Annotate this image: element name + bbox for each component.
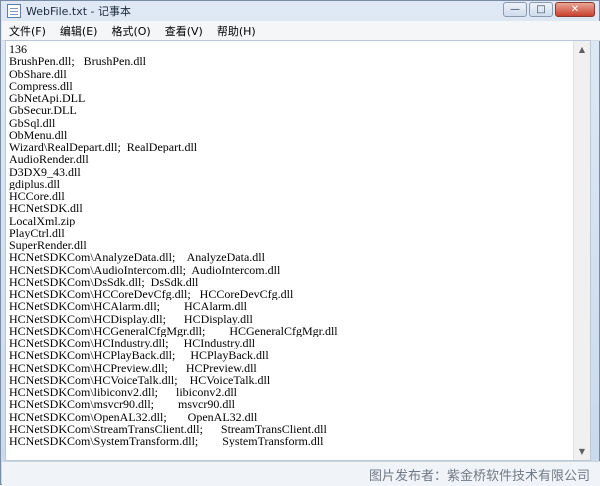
menu-help[interactable]: 帮助(H) [210,23,263,39]
text-line: HCNetSDKCom\HCDisplay.dll; HCDisplay.dll [9,312,253,325]
text-line: HCNetSDKCom\OpenAL32.dll; OpenAL32.dll [9,410,258,423]
title-bar[interactable]: WebFile.txt - 记事本 — □ ✕ [1,1,599,21]
text-line: HCNetSDKCom\DsSdk.dll; DsSdk.dll [9,275,199,288]
text-line: AudioRender.dll [9,153,89,166]
minimize-button[interactable]: — [503,2,527,17]
text-line: Compress.dll [9,79,73,92]
text-line: HCNetSDKCom\libiconv2.dll; libiconv2.dll [9,386,237,399]
text-editor[interactable]: 136 BrushPen.dll; BrushPen.dll ObShare.dll… [5,40,591,461]
text-line: D3DX9_43.dll [9,165,81,178]
text-content[interactable]: 136 BrushPen.dll; BrushPen.dll ObShare.dll… [9,43,570,447]
maximize-button[interactable]: □ [529,2,553,17]
text-line: HCNetSDKCom\HCCoreDevCfg.dll; HCCoreDevC… [9,288,294,301]
scroll-down-icon[interactable]: ▼ [574,443,590,460]
text-line: HCNetSDKCom\HCIndustry.dll; HCIndustry.d… [9,337,256,350]
text-line: Wizard\RealDepart.dll; RealDepart.dll [9,141,198,154]
text-line: 136 [9,43,27,56]
status-bar: 图片发布者：紫金桥软件技术有限公司 [2,461,600,486]
menu-bar: 文件(F) 编辑(E) 格式(O) 查看(V) 帮助(H) [2,21,600,41]
text-line: HCNetSDKCom\AudioIntercom.dll; AudioInte… [9,263,281,276]
text-line: GbSecur.DLL [9,104,77,117]
text-line: LocalXml.zip [9,214,76,227]
text-line: HCNetSDKCom\HCAlarm.dll; HCAlarm.dll [9,300,247,313]
text-line: GbSql.dll [9,116,56,129]
menu-format[interactable]: 格式(O) [104,23,157,39]
text-line: HCNetSDKCom\msvcr90.dll; msvcr90.dll [9,398,235,411]
text-line: HCNetSDKCom\HCGeneralCfgMgr.dll; HCGener… [9,324,338,337]
menu-edit[interactable]: 编辑(E) [53,23,105,39]
text-line: HCNetSDKCom\HCVoiceTalk.dll; HCVoiceTalk… [9,373,271,386]
text-line: ObMenu.dll [9,128,68,141]
text-line: HCNetSDKCom\AnalyzeData.dll; AnalyzeData… [9,251,265,264]
text-line: HCNetSDKCom\HCPlayBack.dll; HCPlayBack.d… [9,349,269,362]
vertical-scrollbar[interactable]: ▲ ▼ [573,41,590,460]
text-line: HCNetSDKCom\StreamTransClient.dll; Strea… [9,422,327,435]
text-line: GbNetApi.DLL [9,92,86,105]
text-line: HCNetSDKCom\HCPreview.dll; HCPreview.dll [9,361,257,374]
text-line: HCNetSDKCom\SystemTransform.dll; SystemT… [9,435,324,448]
menu-view[interactable]: 查看(V) [158,23,210,39]
caption-buttons: — □ ✕ [503,2,595,17]
notepad-icon [7,4,21,18]
watermark-text: 图片发布者：紫金桥软件技术有限公司 [368,469,590,484]
menu-file[interactable]: 文件(F) [2,23,53,39]
text-line: HCCore.dll [9,190,65,203]
text-line: ObShare.dll [9,67,67,80]
notepad-window: WebFile.txt - 记事本 — □ ✕ 文件(F) 编辑(E) 格式(O… [0,0,600,486]
window-title: WebFile.txt - 记事本 [26,5,131,18]
scroll-up-icon[interactable]: ▲ [574,41,590,58]
text-line: BrushPen.dll; BrushPen.dll [9,55,147,68]
text-line: gdiplus.dll [9,177,61,190]
close-button[interactable]: ✕ [555,2,595,17]
text-line: SuperRender.dll [9,239,87,252]
text-line: HCNetSDK.dll [9,202,83,215]
text-line: PlayCtrl.dll [9,226,65,239]
